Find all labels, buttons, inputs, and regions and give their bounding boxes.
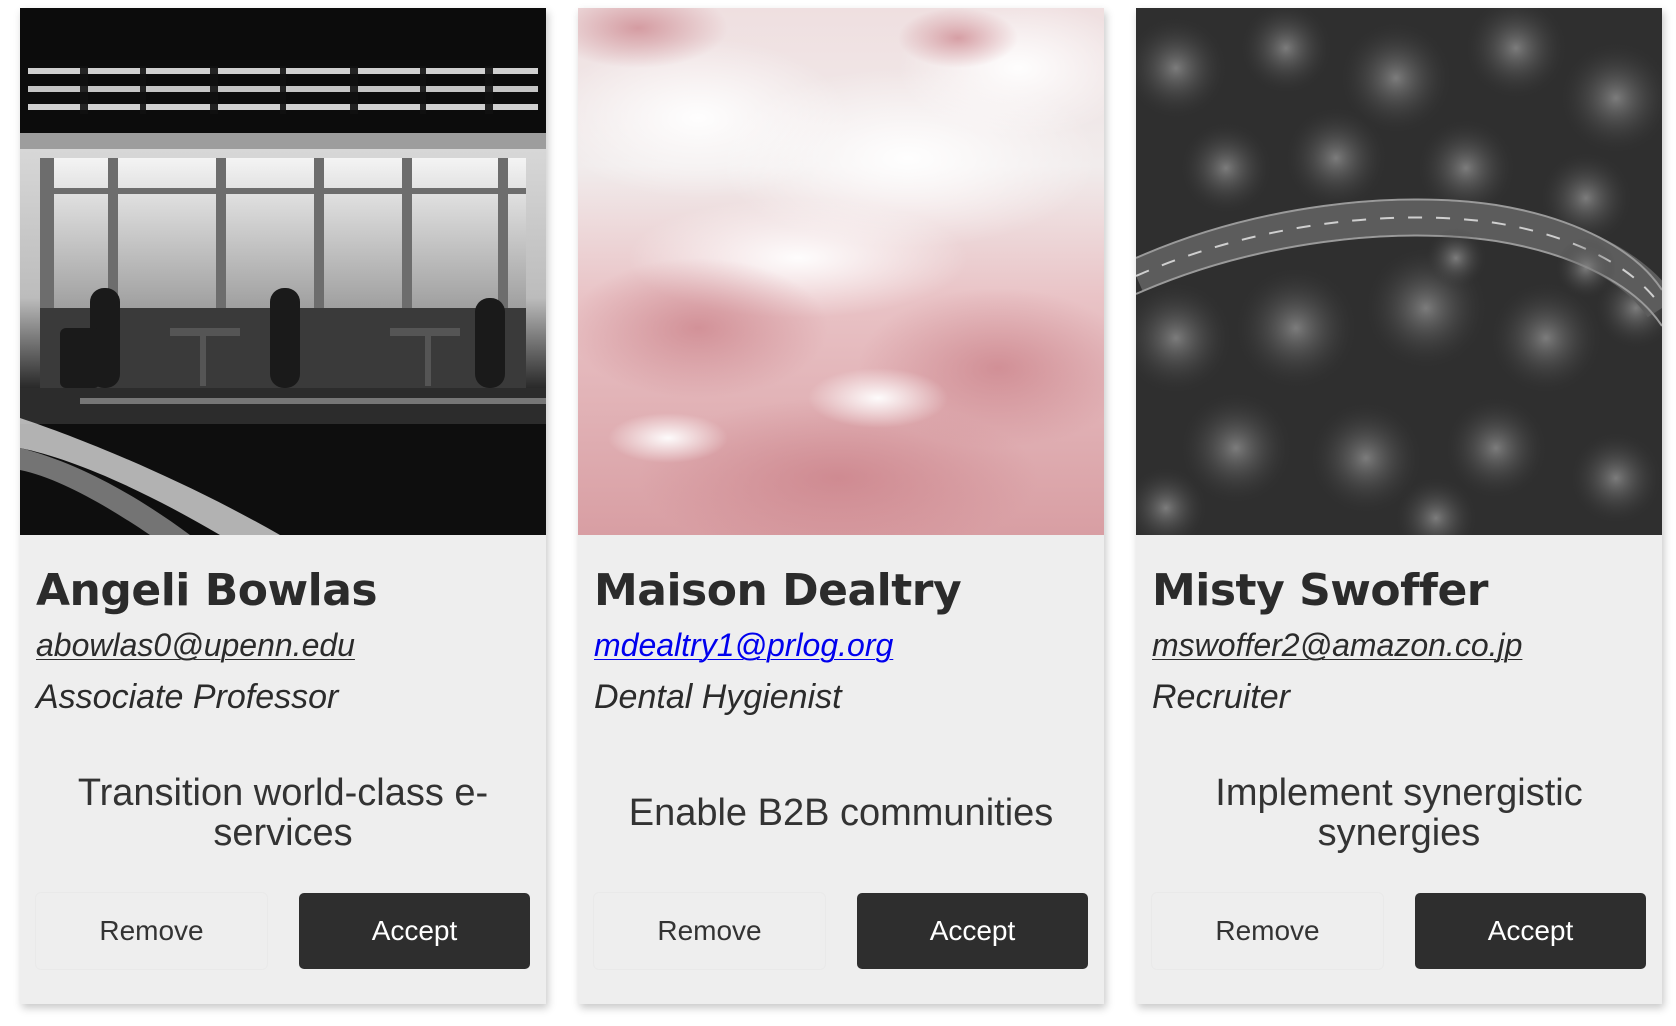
profile-blurb: Implement synergistic synergies: [1215, 772, 1583, 854]
profile-info: Angeli Bowlas abowlas0@upenn.edu Associa…: [20, 535, 546, 1004]
profile-photo-diner: [20, 8, 546, 535]
profile-card: Angeli Bowlas abowlas0@upenn.edu Associa…: [20, 8, 546, 1004]
profile-blurb: Enable B2B communities: [628, 792, 1054, 834]
profile-role: Associate Professor: [36, 678, 339, 716]
profile-name: Angeli Bowlas: [36, 565, 378, 616]
profile-blurb-container: Enable B2B communities: [618, 753, 1064, 873]
profile-blurb-container: Implement synergistic synergies: [1176, 753, 1622, 873]
profile-blurb-container: Transition world-class e-services: [60, 753, 506, 873]
accept-button[interactable]: Accept: [299, 893, 530, 969]
profile-card-list: Angeli Bowlas abowlas0@upenn.edu Associa…: [20, 8, 1662, 1004]
profile-photo-pink-texture: [578, 8, 1104, 535]
profile-photo-forest-road: [1136, 8, 1662, 535]
profile-info: Misty Swoffer mswoffer2@amazon.co.jp Rec…: [1136, 535, 1662, 1004]
profile-email-link[interactable]: abowlas0@upenn.edu: [36, 621, 355, 669]
profile-email-link[interactable]: mdealtry1@prlog.org: [594, 621, 893, 669]
card-actions: Remove Accept: [1152, 893, 1646, 969]
card-actions: Remove Accept: [594, 893, 1088, 969]
card-actions: Remove Accept: [36, 893, 530, 969]
profile-name: Misty Swoffer: [1152, 565, 1488, 616]
profile-role: Dental Hygienist: [594, 678, 842, 716]
accept-button[interactable]: Accept: [857, 893, 1088, 969]
profile-info: Maison Dealtry mdealtry1@prlog.org Denta…: [578, 535, 1104, 1004]
remove-button[interactable]: Remove: [1152, 893, 1383, 969]
remove-button[interactable]: Remove: [594, 893, 825, 969]
profile-role: Recruiter: [1152, 678, 1290, 716]
accept-button[interactable]: Accept: [1415, 893, 1646, 969]
profile-card: Maison Dealtry mdealtry1@prlog.org Denta…: [578, 8, 1104, 1004]
remove-button[interactable]: Remove: [36, 893, 267, 969]
profile-email-link[interactable]: mswoffer2@amazon.co.jp: [1152, 621, 1522, 669]
profile-card: Misty Swoffer mswoffer2@amazon.co.jp Rec…: [1136, 8, 1662, 1004]
profile-name: Maison Dealtry: [594, 565, 962, 616]
profile-blurb: Transition world-class e-services: [77, 772, 489, 854]
